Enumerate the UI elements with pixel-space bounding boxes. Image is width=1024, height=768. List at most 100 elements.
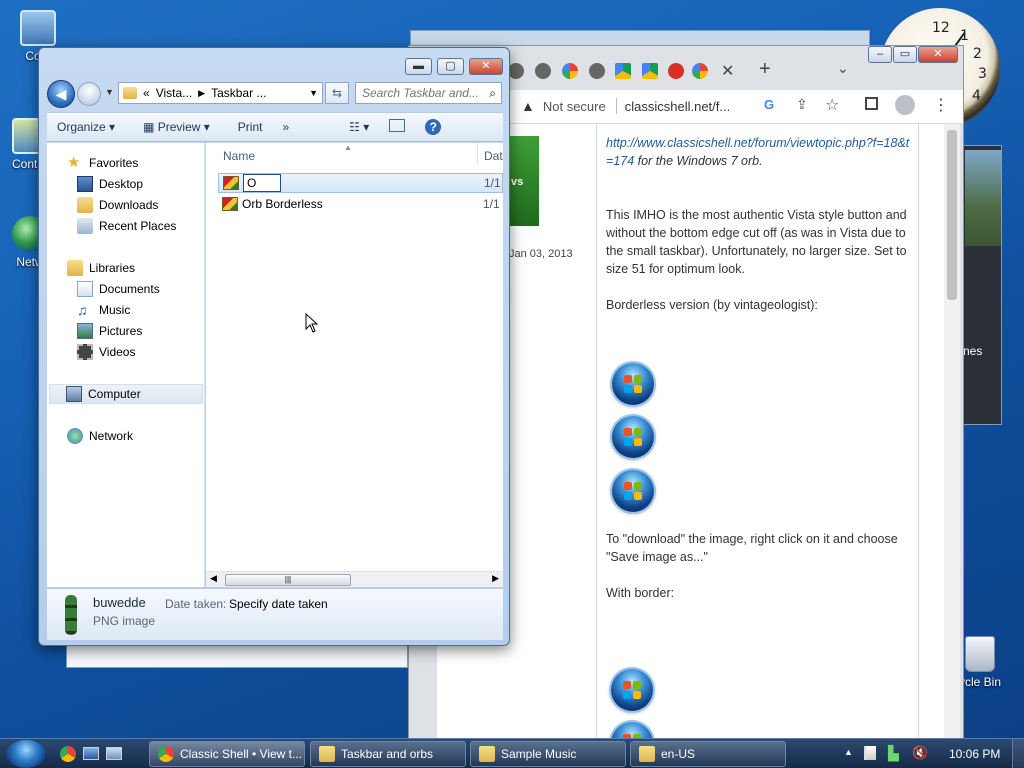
tab-favicon[interactable] [508,63,524,79]
bookmark-star-icon[interactable]: ☆ [825,95,839,115]
file-row[interactable]: Orb Borderless 1/1 [218,194,503,214]
taskbar-button-explorer[interactable]: Taskbar and orbs [310,741,466,767]
views-button[interactable]: ☷ ▾ [339,120,379,134]
png-file-icon [222,197,238,211]
google-tab-icon[interactable] [692,63,708,79]
horizontal-scrollbar-thumb[interactable]: ||| [225,574,351,586]
nav-item-downloads[interactable]: Downloads [77,195,158,215]
nav-item-videos[interactable]: Videos [77,342,135,362]
nav-item-network[interactable]: Network [67,426,133,446]
column-header-date[interactable]: Dat [484,149,503,163]
preview-pane-button[interactable] [379,119,415,135]
tab-search-icon[interactable]: ⌄ [837,60,849,77]
gmail-tab-icon[interactable] [668,63,684,79]
nav-label: Downloads [99,198,159,212]
nav-item-pictures[interactable]: Pictures [77,321,142,341]
nav-item-documents[interactable]: Documents [77,279,160,299]
tab-favicon[interactable] [535,63,551,79]
avatar-text: vs [511,176,524,188]
help-button[interactable]: ? [415,119,451,135]
start-button[interactable] [6,740,46,768]
orb-image[interactable] [611,669,653,711]
nav-label: Desktop [99,177,144,191]
chrome-pinned-icon[interactable] [60,746,76,762]
file-date: 1/1 [484,176,501,190]
taskbar-button-sample-music[interactable]: Sample Music [470,741,626,767]
breadcrumb-item[interactable]: Vista... [156,86,192,100]
rename-box[interactable]: O [243,174,281,192]
side-panel-icon[interactable] [865,97,878,110]
nav-item-libraries[interactable]: Libraries [67,258,135,278]
chrome-icon [158,746,174,762]
scroll-right-icon[interactable]: ▶ [492,573,499,584]
post-paragraph: Borderless version (by vintageologist): [606,298,818,312]
nav-item-music[interactable]: ♫ Music [77,300,130,320]
nav-item-recent-places[interactable]: Recent Places [77,216,176,236]
page-scrollbar-thumb[interactable] [947,130,957,300]
column-header-name[interactable]: Name [223,149,255,163]
recycle-bin-icon [965,636,995,672]
chrome-minimize-button[interactable]: – [868,46,892,63]
maximize-button[interactable]: ▢ [437,58,464,75]
date-taken-value[interactable]: Specify date taken [229,597,328,611]
chrome-maximize-button[interactable]: ▭ [893,46,917,63]
show-desktop-button[interactable] [1012,739,1024,768]
clock-number: 3 [978,66,987,82]
refresh-button[interactable]: ⇆ [325,82,349,104]
nav-item-desktop[interactable]: Desktop [77,174,143,194]
page-scrollbar[interactable] [944,124,960,768]
address-bar[interactable]: « Vista... ▶ Taskbar ... ▼ [118,82,323,104]
explorer-window[interactable]: ▬ ▢ ✕ ◀ ▼ « Vista... ▶ Taskbar ... ▼ ⇆ ⌕… [38,47,510,646]
switch-windows-icon[interactable] [106,747,122,760]
close-tab-icon[interactable]: ✕ [721,61,734,81]
search-box[interactable]: ⌕ [355,82,502,104]
recent-pages-chevron-icon[interactable]: ▼ [105,87,114,97]
post-paragraph: This IMHO is the most authentic Vista st… [606,208,907,276]
downloads-folder-icon [77,197,93,213]
search-input[interactable] [362,86,482,100]
clock-time[interactable]: 10:06 PM [949,747,1000,761]
new-tab-icon[interactable]: + [759,58,771,81]
nav-label: Recent Places [99,219,177,233]
omnibox[interactable]: ▲ Not secure classicshell.net/f... [521,93,861,119]
more-commands-button[interactable]: » [272,120,299,134]
file-row-renaming[interactable]: O 1/1 [218,173,503,193]
address-dropdown-icon[interactable]: ▼ [309,88,318,98]
date-taken-label: Date taken: [165,597,227,611]
taskbar-button-chrome[interactable]: Classic Shell • View t... [149,741,305,767]
breadcrumb-item[interactable]: Taskbar ... [211,86,266,100]
horizontal-scrollbar[interactable]: ◀ ||| ▶ [206,571,503,587]
column-divider [477,143,478,165]
chrome-close-button[interactable]: ✕ [918,46,958,63]
google-tab-icon[interactable] [562,63,578,79]
scroll-left-icon[interactable]: ◀ [210,573,217,584]
omnibox-url[interactable]: classicshell.net/f... [625,99,731,114]
drive-tab-icon[interactable] [642,63,658,79]
network-signal-icon[interactable]: ▙ [888,745,899,762]
nav-item-computer[interactable]: Computer [49,384,203,404]
google-lens-icon[interactable]: G [764,97,774,112]
chrome-menu-icon[interactable]: ⋮ [933,95,949,115]
breadcrumb-overflow[interactable]: « [143,86,150,100]
post-body: http://www.classicshell.net/forum/viewto… [606,134,916,602]
tab-favicon[interactable] [589,63,605,79]
share-icon[interactable]: ⇪ [796,96,808,113]
avatar-image: vs [509,136,539,226]
volume-muted-icon[interactable]: 🔇 [912,745,928,761]
minimize-button[interactable]: ▬ [405,58,432,75]
taskbar-button-en-us[interactable]: en-US [630,741,786,767]
desktop-icon [77,176,93,192]
action-center-flag-icon[interactable] [864,746,876,760]
drive-tab-icon[interactable] [615,63,631,79]
profile-avatar-icon[interactable] [895,95,915,115]
show-desktop-quicklaunch-icon[interactable] [83,747,99,760]
organize-button[interactable]: Organize ▾ [47,120,125,134]
preview-button[interactable]: ▦ Preview ▾ [133,120,220,134]
print-button[interactable]: Print [228,120,273,134]
forward-button[interactable] [77,82,101,106]
close-button[interactable]: ✕ [469,58,503,75]
back-button[interactable]: ◀ [47,80,75,108]
show-hidden-icons-icon[interactable]: ▲ [844,747,853,757]
taskbar: Classic Shell • View t... Taskbar and or… [0,738,1024,768]
nav-item-favorites[interactable]: ★ Favorites [67,153,138,173]
